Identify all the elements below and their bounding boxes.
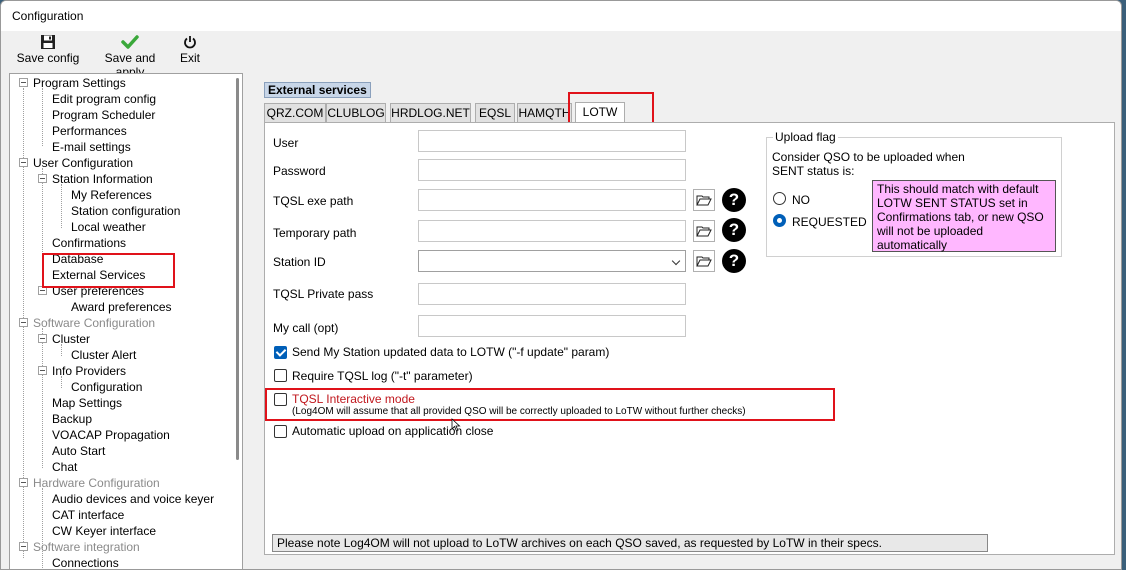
highlight-external-services — [42, 253, 175, 288]
password-input[interactable] — [418, 159, 686, 181]
tree-my-references[interactable]: My References — [71, 187, 152, 203]
footer-note: Please note Log4OM will not upload to Lo… — [272, 534, 988, 552]
tree-voacap[interactable]: VOACAP Propagation — [52, 427, 170, 443]
window-title: Configuration — [1, 1, 1121, 31]
tree-cluster[interactable]: Cluster — [52, 331, 90, 347]
upload-flag-line1: Consider QSO to be uploaded when — [772, 150, 965, 164]
tree-local-weather[interactable]: Local weather — [71, 219, 146, 235]
station-id-help-icon[interactable]: ? — [722, 249, 746, 273]
upload-flag-note: This should match with default LOTW SENT… — [872, 180, 1056, 252]
tree-auto-start[interactable]: Auto Start — [52, 443, 105, 459]
require-tqsl-label: Require TQSL log ("-t" parameter) — [292, 369, 473, 383]
tree-map-settings[interactable]: Map Settings — [52, 395, 122, 411]
chevron-down-icon — [671, 256, 681, 266]
upload-flag-legend: Upload flag — [773, 130, 838, 144]
section-title: External services — [264, 82, 371, 98]
tab-clublog[interactable]: CLUBLOG — [326, 103, 386, 123]
folder-icon — [696, 226, 712, 237]
tree-chat[interactable]: Chat — [52, 459, 77, 475]
upload-flag-line2: SENT status is: — [772, 164, 855, 178]
radio-no-label: NO — [792, 193, 810, 207]
my-call-label: My call (opt) — [273, 321, 339, 335]
tree-award-preferences[interactable]: Award preferences — [71, 299, 172, 315]
folder-icon — [696, 195, 712, 206]
tqsl-private-label: TQSL Private pass — [273, 287, 374, 301]
exit-button[interactable]: Exit — [177, 33, 203, 65]
my-call-input[interactable] — [418, 315, 686, 337]
exit-label: Exit — [179, 51, 200, 65]
save-config-button[interactable]: Save config — [16, 33, 80, 65]
station-id-select[interactable] — [418, 250, 686, 272]
tree-connections[interactable]: Connections — [52, 555, 119, 569]
green-check-icon — [89, 33, 171, 51]
tree-confirmations[interactable]: Confirmations — [52, 235, 126, 251]
tree-performances[interactable]: Performances — [52, 123, 127, 139]
folder-icon — [696, 256, 712, 267]
mouse-cursor-icon — [451, 418, 461, 432]
tree-software-integration[interactable]: Software integration — [33, 539, 140, 555]
station-id-label: Station ID — [273, 255, 326, 269]
tqsl-exe-label: TQSL exe path — [273, 194, 354, 208]
highlight-tqsl-interactive — [265, 388, 835, 421]
radio-no[interactable] — [773, 192, 786, 205]
user-label: User — [273, 136, 299, 150]
password-label: Password — [273, 164, 326, 178]
tree-cluster-alert[interactable]: Cluster Alert — [71, 347, 136, 363]
station-id-browse-button[interactable] — [693, 250, 715, 272]
tree-software-configuration[interactable]: Software Configuration — [33, 315, 155, 331]
tqsl-exe-browse-button[interactable] — [693, 189, 715, 211]
user-input[interactable] — [418, 130, 686, 152]
auto-upload-label: Automatic upload on application close — [292, 424, 494, 438]
tree-edit-program-config[interactable]: Edit program config — [52, 91, 156, 107]
toolbar: Save config Save and apply Exit — [1, 31, 1121, 79]
tqsl-exe-help-icon[interactable]: ? — [722, 188, 746, 212]
tree-cw-keyer[interactable]: CW Keyer interface — [52, 523, 156, 539]
tree-audio-devices[interactable]: Audio devices and voice keyer — [52, 491, 214, 507]
tree-configuration[interactable]: Configuration — [71, 379, 142, 395]
tree-info-providers[interactable]: Info Providers — [52, 363, 126, 379]
tree-station-configuration[interactable]: Station configuration — [71, 203, 180, 219]
tree-scrollbar[interactable] — [233, 74, 242, 569]
send-station-label: Send My Station updated data to LOTW ("-… — [292, 345, 610, 359]
configuration-window: Configuration Save config Save and apply — [0, 0, 1122, 570]
tab-qrz[interactable]: QRZ.COM — [264, 103, 326, 123]
tree-user-configuration[interactable]: User Configuration — [33, 155, 133, 171]
tree-cat-interface[interactable]: CAT interface — [52, 507, 124, 523]
power-icon — [177, 33, 203, 51]
tab-hrdlog[interactable]: HRDLOG.NET — [390, 103, 471, 123]
tree-email-settings[interactable]: E-mail settings — [52, 139, 131, 155]
tqsl-private-input[interactable] — [418, 283, 686, 305]
settings-tree[interactable]: Program Settings Edit program config Pro… — [9, 73, 243, 569]
temp-path-help-icon[interactable]: ? — [722, 218, 746, 242]
tab-eqsl[interactable]: EQSL — [475, 103, 515, 123]
tqsl-exe-input[interactable] — [418, 189, 686, 211]
tree-backup[interactable]: Backup — [52, 411, 92, 427]
floppy-disk-icon — [16, 33, 80, 51]
temp-path-label: Temporary path — [273, 226, 357, 240]
require-tqsl-checkbox[interactable] — [274, 369, 287, 382]
temp-path-browse-button[interactable] — [693, 220, 715, 242]
tree-program-scheduler[interactable]: Program Scheduler — [52, 107, 155, 123]
radio-requested-label: REQUESTED — [792, 215, 867, 229]
tree-hardware-configuration[interactable]: Hardware Configuration — [33, 475, 160, 491]
tree-program-settings[interactable]: Program Settings — [33, 75, 126, 91]
tree-station-information[interactable]: Station Information — [52, 171, 153, 187]
auto-upload-checkbox[interactable] — [274, 425, 287, 438]
temp-path-input[interactable] — [418, 220, 686, 242]
radio-requested[interactable] — [773, 214, 786, 227]
save-config-label: Save config — [16, 51, 80, 65]
tab-hamqth[interactable]: HAMQTH — [517, 103, 572, 123]
send-station-checkbox[interactable] — [274, 346, 287, 359]
